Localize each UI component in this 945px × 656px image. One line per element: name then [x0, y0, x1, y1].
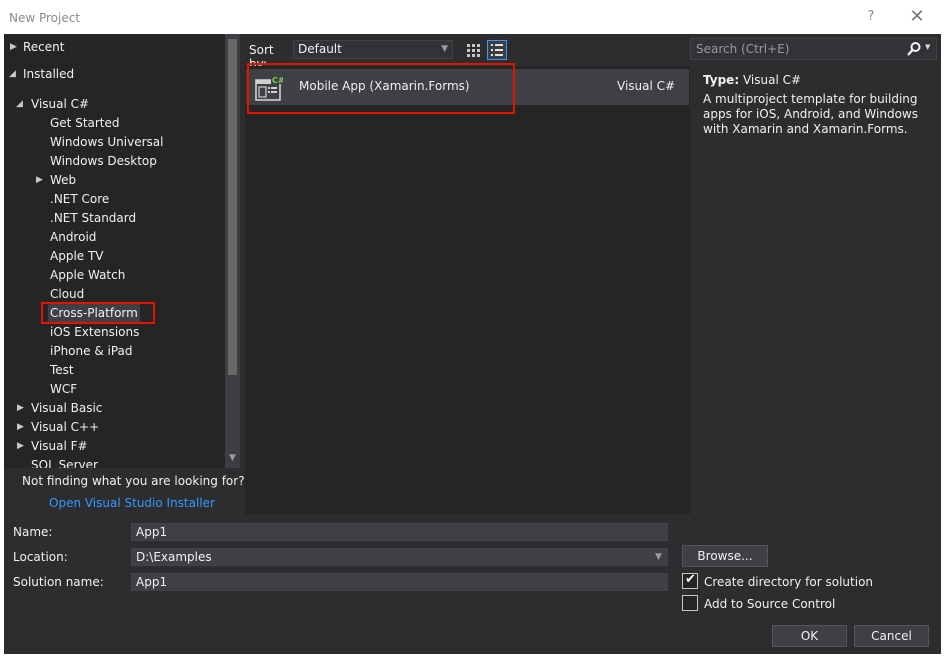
list-view-button[interactable] [487, 40, 507, 60]
tree-item-apple-watch[interactable]: Apple Watch [50, 266, 125, 285]
create-directory-label: Create directory for solution [704, 575, 874, 589]
template-list: C# Mobile App (Xamarin.Forms) Visual C# [245, 63, 690, 514]
ok-button[interactable]: OK [772, 625, 847, 647]
chevron-down-icon: ▼ [441, 44, 448, 54]
chevron-down-icon[interactable]: ▼ [925, 43, 930, 51]
tree-item-get-started[interactable]: Get Started [50, 114, 120, 133]
name-field[interactable] [131, 523, 668, 541]
solution-name-label: Solution name: [13, 575, 104, 589]
expand-arrow-icon[interactable]: ▶ [17, 399, 27, 418]
template-highlight-box [247, 63, 515, 114]
collapse-arrow-icon[interactable]: ◢ [9, 65, 19, 84]
search-input[interactable] [691, 39, 901, 59]
collapse-arrow-icon[interactable]: ◢ [16, 95, 26, 114]
tree-item-android[interactable]: Android [50, 228, 96, 247]
chevron-down-icon[interactable]: ▼ [655, 552, 662, 562]
grid-view-icon [467, 44, 480, 57]
expand-arrow-icon[interactable]: ▶ [17, 418, 27, 437]
expand-arrow-icon[interactable]: ▶ [17, 437, 27, 456]
type-row: Type: Visual C# [703, 73, 933, 87]
tree-item-installed[interactable]: Installed [23, 65, 74, 84]
create-directory-checkbox[interactable]: ✔ [682, 572, 698, 589]
name-label: Name: [13, 525, 53, 539]
open-installer-link[interactable]: Open Visual Studio Installer [49, 496, 215, 510]
template-details: Type: Visual C# A multiproject template … [703, 73, 933, 137]
tree-item-sql-server[interactable]: SQL Server [31, 456, 98, 468]
tree-item-apple-tv[interactable]: Apple TV [50, 247, 104, 266]
template-tree: ▶ Recent ◢ Installed ◢ Visual C# Get Sta… [4, 34, 240, 468]
tree-item-net-standard[interactable]: .NET Standard [50, 209, 136, 228]
tree-item-recent[interactable]: Recent [23, 38, 64, 57]
solution-name-field[interactable] [131, 573, 668, 591]
tree-item-wcf[interactable]: WCF [50, 380, 77, 399]
template-description: A multiproject template for building app… [703, 92, 918, 136]
location-field[interactable] [131, 548, 668, 566]
window-title: New Project [9, 11, 81, 25]
new-project-dialog: ▶ Recent ◢ Installed ◢ Visual C# Get Sta… [4, 34, 941, 654]
source-control-checkbox[interactable] [682, 595, 698, 611]
search-icon[interactable] [906, 41, 922, 57]
tree-item-visual-cpp[interactable]: Visual C++ [31, 418, 99, 437]
scroll-down-arrow-icon[interactable]: ▼ [226, 452, 239, 464]
tree-item-visual-basic[interactable]: Visual Basic [31, 399, 102, 418]
source-control-label: Add to Source Control [704, 597, 836, 611]
scrollbar-thumb[interactable] [228, 39, 237, 375]
sort-dropdown[interactable]: Default ▼ [293, 40, 453, 59]
tree-item-iphone-ipad[interactable]: iPhone & iPad [50, 342, 133, 361]
tree-item-visual-csharp[interactable]: Visual C# [31, 95, 89, 114]
tree-item-visual-fsharp[interactable]: Visual F# [31, 437, 88, 456]
type-label: Type: [703, 73, 740, 87]
search-box: ▼ [690, 38, 937, 60]
expand-arrow-icon[interactable]: ▶ [10, 38, 20, 57]
selection-highlight-box [41, 302, 155, 324]
type-value: Visual C# [742, 73, 802, 87]
tree-item-windows-desktop[interactable]: Windows Desktop [50, 152, 157, 171]
tree-item-test[interactable]: Test [50, 361, 74, 380]
not-finding-text: Not finding what you are looking for? [22, 474, 245, 488]
browse-button[interactable]: Browse... [682, 545, 768, 567]
tree-item-web[interactable]: Web [50, 171, 76, 190]
cancel-button[interactable]: Cancel [854, 625, 929, 647]
grid-view-button[interactable] [463, 40, 483, 60]
tree-item-net-core[interactable]: .NET Core [50, 190, 109, 209]
template-language: Visual C# [617, 79, 676, 93]
close-button[interactable]: ✕ [902, 4, 932, 30]
tree-scrollbar[interactable]: ▼ [225, 34, 240, 468]
tree-item-ios-extensions[interactable]: iOS Extensions [50, 323, 139, 342]
sort-value: Default [298, 42, 342, 56]
list-view-icon [491, 44, 503, 56]
title-bar: New Project ? ✕ [0, 0, 945, 34]
checkmark-icon: ✔ [685, 572, 696, 587]
expand-arrow-icon[interactable]: ▶ [36, 171, 46, 190]
help-button[interactable]: ? [860, 6, 882, 28]
location-label: Location: [13, 550, 68, 564]
tree-item-windows-universal[interactable]: Windows Universal [50, 133, 163, 152]
